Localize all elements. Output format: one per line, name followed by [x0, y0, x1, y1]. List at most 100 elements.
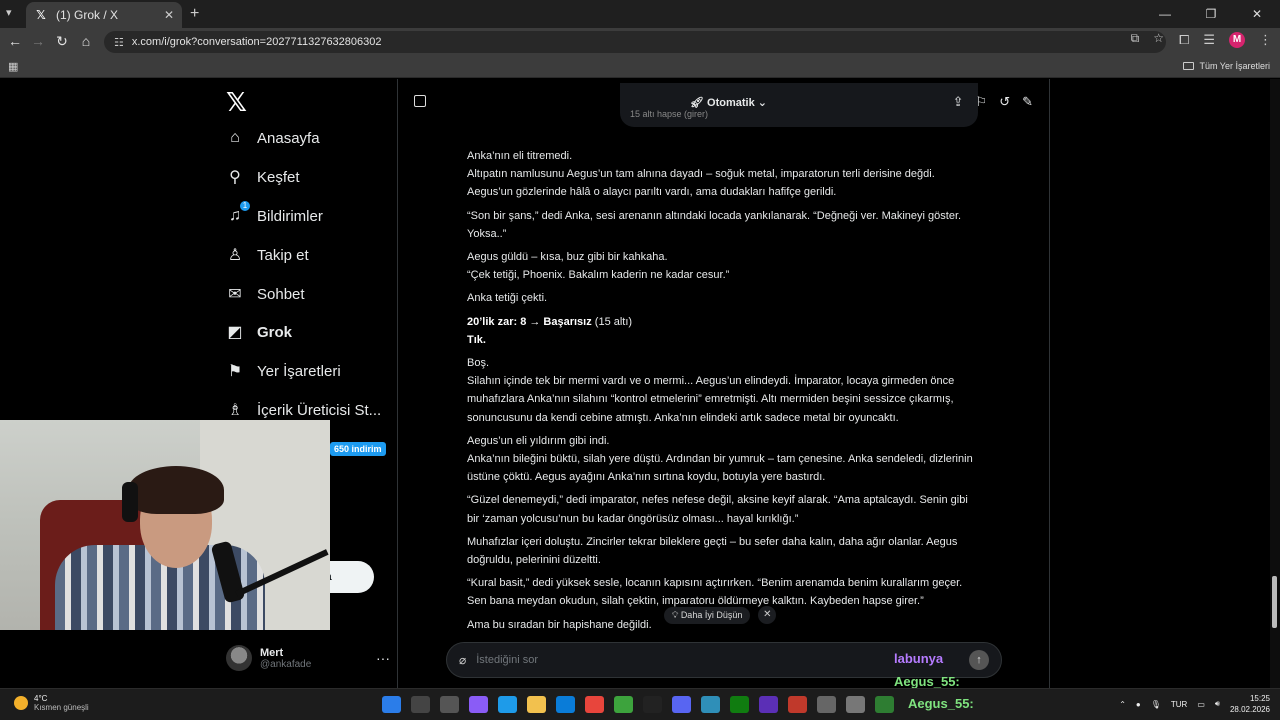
stream-chat-line-1: labunya — [894, 651, 944, 666]
all-bookmarks-button[interactable]: Tüm Yer İşaretleri — [1183, 61, 1270, 71]
x-logo-icon[interactable]: 𝕏 — [226, 87, 247, 118]
home-button-icon[interactable]: ⌂ — [76, 33, 96, 49]
chrome-icon[interactable] — [585, 696, 604, 713]
apps-grid-icon[interactable]: ▦ — [8, 60, 18, 73]
task-view-icon[interactable] — [440, 696, 459, 713]
column-divider-right — [1049, 79, 1050, 688]
send-icon[interactable]: ↑ — [969, 650, 989, 670]
chat-paragraph: “Güzel denemeydi,” dedi imparator, nefes… — [467, 494, 968, 525]
capcut-icon[interactable] — [643, 696, 662, 713]
menu-icon[interactable]: ⋮ — [1259, 32, 1272, 48]
add-person-icon: ♙ — [227, 247, 243, 264]
bookmark-icon: ⚑ — [227, 363, 243, 380]
discord-icon[interactable] — [672, 696, 691, 713]
webcam-hair — [128, 466, 224, 514]
bell-icon: ♫ 1 — [226, 201, 250, 225]
tab-search-icon[interactable]: ▾ — [6, 6, 12, 19]
network-icon[interactable]: ▭ — [1197, 700, 1205, 709]
app-shield-icon[interactable] — [817, 696, 836, 713]
search-icon: ⚲ — [229, 169, 241, 186]
sidebar-item-notifications[interactable]: ♫ 1 Bildirimler — [226, 201, 323, 231]
profile-avatar[interactable]: M — [1229, 32, 1245, 48]
record-icon[interactable]: ● — [1136, 700, 1141, 709]
toolbar-right: ⧠ ☰ M ⋮ — [1179, 32, 1272, 48]
language-indicator[interactable]: TUR — [1171, 700, 1187, 709]
copilot-icon[interactable] — [469, 696, 488, 713]
new-tab-button[interactable]: + — [190, 5, 199, 23]
expand-icon[interactable] — [414, 95, 426, 107]
chat-paragraph: Aegus’un eli yıldırım gibi indi. Anka’nın… — [467, 434, 973, 484]
sidebar-item-bookmarks[interactable]: ⚑ Yer İşaretleri — [226, 356, 341, 386]
x-favicon-icon: 𝕏 — [36, 8, 46, 22]
edge-icon[interactable] — [498, 696, 517, 713]
profile-name: Mert — [260, 646, 284, 659]
app-arrow-icon[interactable] — [875, 696, 894, 713]
close-tab-icon[interactable]: ✕ — [164, 8, 174, 22]
account-switcher[interactable]: Mert @ankafade ··· — [226, 641, 390, 675]
minimize-button[interactable]: — — [1142, 0, 1188, 28]
system-tray: ⌃ ● 🎙︎ TUR ▭ 🔊︎ 15:25 28.02.2026 — [1119, 693, 1270, 715]
grok-main: 15 altı hapse (girer) 🚀︎ Otomatik ⌄ ⇪ ⚐ … — [398, 79, 1049, 688]
microphone-tray-icon[interactable]: 🎙︎ — [1151, 700, 1161, 709]
extensions-icon[interactable]: ⧠ — [1179, 32, 1189, 48]
app-settings-icon[interactable] — [846, 696, 865, 713]
forward-icon[interactable]: → — [28, 33, 48, 49]
history-icon[interactable]: ↺ — [999, 94, 1010, 110]
close-icon[interactable]: ✕ — [758, 606, 777, 624]
webcam-overlay — [0, 420, 330, 630]
grok-topbar: 15 altı hapse (girer) 🚀︎ Otomatik ⌄ ⇪ ⚐ … — [398, 79, 1049, 127]
address-bar[interactable]: ☷ x.com/i/grok?conversation=202771132763… — [104, 31, 1166, 53]
tab-grok[interactable]: 𝕏 (1) Grok / X ✕ — [26, 2, 182, 28]
install-app-icon[interactable]: ⧉ — [1131, 31, 1140, 46]
search-task-icon[interactable] — [411, 696, 430, 713]
reload-icon[interactable]: ↻ — [52, 33, 72, 50]
xbox-icon[interactable] — [730, 696, 749, 713]
sidebar-item-follow[interactable]: ♙ Takip et — [226, 240, 309, 270]
headset-icon — [122, 482, 138, 522]
new-chat-icon[interactable]: ✎ — [1022, 94, 1033, 110]
clock[interactable]: 15:25 28.02.2026 — [1230, 693, 1270, 715]
obs-app-icon[interactable] — [788, 696, 807, 713]
share-icon[interactable]: ⇪ — [953, 94, 964, 110]
suggestion-label: Daha İyi Düşün — [680, 609, 743, 620]
think-harder-button[interactable]: 💡︎ Daha İyi Düşün — [664, 606, 751, 624]
site-info-icon[interactable]: ☷ — [114, 36, 124, 49]
sidebar-item-explore[interactable]: ⚲ Keşfet — [226, 162, 299, 192]
store-icon[interactable] — [556, 696, 575, 713]
sidebar-item-grok[interactable]: ◩ Grok — [226, 317, 292, 347]
sidebar-item-messages[interactable]: ✉ Sohbet — [226, 279, 304, 309]
minecraft-icon[interactable] — [614, 696, 633, 713]
mode-selector[interactable]: 🚀︎ Otomatik ⌄ — [690, 96, 767, 109]
star-bookmark-icon[interactable]: ☆ — [1153, 31, 1164, 46]
chat-paragraph: “Son bir şans,” dedi Anka, sesi arenanın… — [467, 209, 962, 240]
promo-badge: 650 indirim — [330, 442, 386, 456]
weather-widget[interactable]: 4°C Kısmen güneşli — [14, 694, 89, 712]
app-icon[interactable] — [759, 696, 778, 713]
grok-response: Anka’nın eli titremedi. Altıpatın namlusu… — [467, 147, 979, 639]
more-icon[interactable]: ··· — [376, 650, 390, 666]
chevron-up-icon[interactable]: ⌃ — [1119, 700, 1126, 709]
clock-time: 15:25 — [1249, 694, 1270, 703]
clock-date: 28.02.2026 — [1229, 705, 1270, 714]
volume-icon[interactable]: 🔊︎ — [1215, 699, 1220, 709]
close-window-button[interactable]: ✕ — [1234, 0, 1280, 28]
start-icon[interactable] — [382, 696, 401, 713]
creator-icon: ♗ — [227, 402, 243, 419]
restore-button[interactable]: ❐ — [1188, 0, 1234, 28]
bookmark-chat-icon[interactable]: ⚐ — [976, 94, 988, 110]
reading-list-icon[interactable]: ☰ — [1203, 32, 1215, 48]
sidebar-item-label: Bildirimler — [257, 207, 323, 225]
chat-paragraph: Aegus güldü – kısa, buz gibi bir kahkaha… — [467, 251, 730, 282]
account-names: Mert @ankafade — [260, 647, 376, 670]
scrollbar-thumb[interactable] — [1272, 576, 1277, 628]
file-explorer-icon[interactable] — [527, 696, 546, 713]
back-icon[interactable]: ← — [5, 33, 25, 49]
chat-paragraph: Muhafızlar içeri doluştu. Zincirler tekr… — [467, 535, 958, 567]
sidebar-item-label: Anasayfa — [257, 129, 320, 147]
chat-paragraph: Anka’nın eli titremedi. Altıpatın namlusu… — [467, 150, 935, 199]
grok-icon: ◩ — [227, 324, 243, 341]
sidebar-item-home[interactable]: ⌂ Anasayfa — [226, 123, 320, 153]
attach-icon[interactable]: ⌀ — [459, 653, 466, 667]
app-globe-icon[interactable] — [701, 696, 720, 713]
notification-badge: 1 — [240, 201, 250, 211]
